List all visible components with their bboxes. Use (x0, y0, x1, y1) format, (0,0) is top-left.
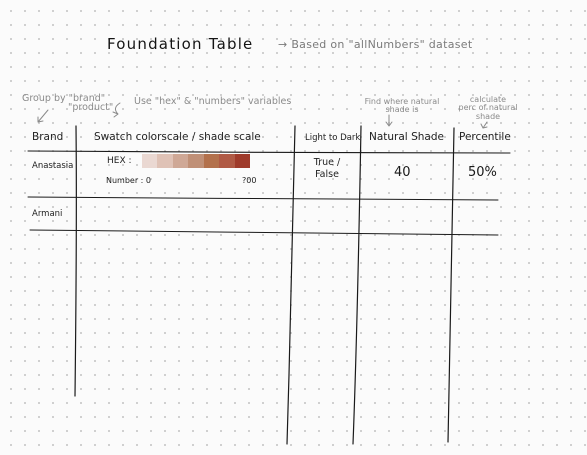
table-sketch-lines (27, 102, 511, 445)
col-header-brand: Brand (32, 131, 64, 143)
arrow-swatch (112, 102, 121, 118)
col-header-percentile: Percentile (459, 131, 511, 143)
swatch-color-1 (157, 154, 173, 168)
row1-bottom-line (27, 196, 499, 201)
row2-brand: Armani (32, 209, 63, 219)
row1-light-dark-false: False (315, 168, 339, 180)
arrow-percentile (480, 121, 488, 129)
swatch-color-4 (203, 154, 220, 168)
row1-color-swatch (142, 154, 250, 168)
row1-brand: Anastasia (32, 161, 74, 171)
swatch-color-5 (219, 154, 235, 168)
row1-light-dark-true: True / (313, 157, 341, 168)
col-header-natural-shade: Natural Shade (369, 131, 444, 143)
row1-natural-shade: 40 (394, 165, 411, 180)
arrow-natural (385, 114, 393, 127)
divider-natural (447, 127, 455, 443)
swatch-color-2 (172, 154, 189, 168)
col-header-swatch: Swatch colorscale / shade scale (94, 131, 261, 143)
row1-number-label: Number : 0 (106, 176, 152, 185)
row1-number-max: ?00 (242, 176, 257, 185)
swatch-color-3 (188, 154, 204, 168)
header-bottom-line (27, 150, 511, 154)
divider-brand (74, 125, 78, 397)
col-header-light-dark: Light to Dark (305, 133, 361, 143)
row1-percentile: 50% (468, 165, 497, 180)
row1-hex-label: HEX : (107, 156, 132, 166)
row2-bottom-line (29, 229, 499, 236)
swatch-color-6 (234, 154, 250, 168)
swatch-color-0 (142, 154, 158, 168)
row1-light-dark: True / False (301, 157, 353, 181)
divider-swatch (286, 125, 296, 445)
divider-lightdark (352, 125, 362, 445)
arrow-brand (37, 109, 49, 123)
